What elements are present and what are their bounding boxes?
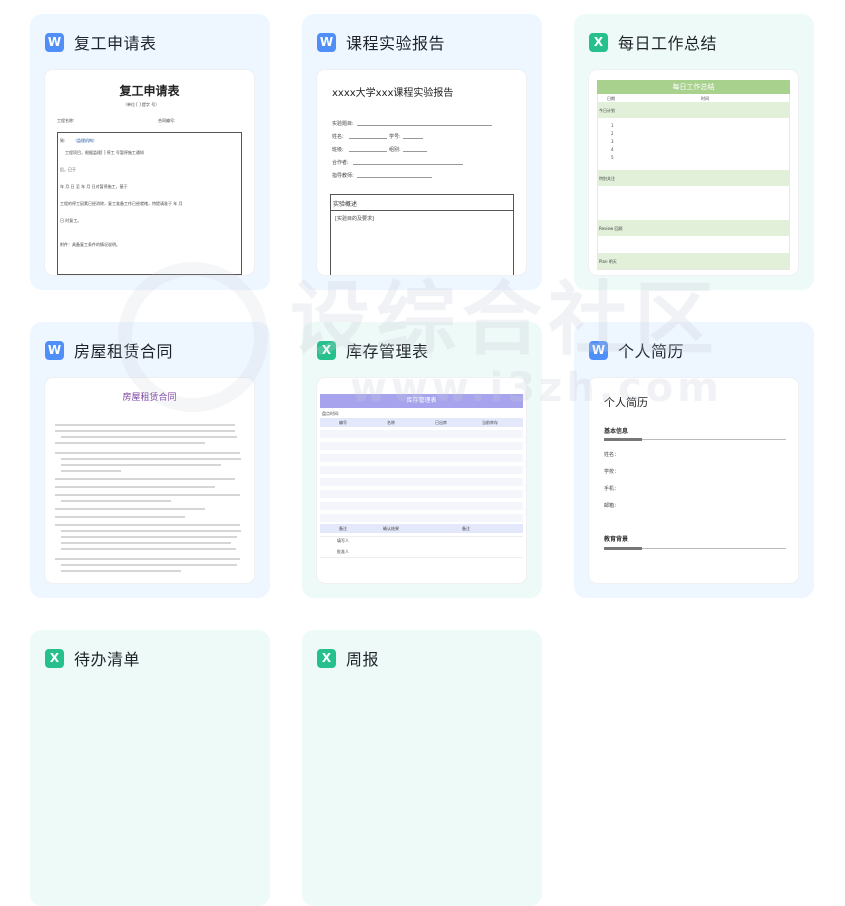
preview-focus: 特别关注 [599, 176, 615, 181]
template-preview: 库存管理表 盘点时间: 编号 名称 已出库 当前库存 备注 确认结果 备注 填写… [317, 378, 526, 583]
preview-field-2b: 学号: [389, 134, 401, 140]
preview-line-2: 后，已于 [60, 167, 76, 172]
preview-project: 工程名称: [57, 118, 75, 123]
excel-icon: X [317, 648, 336, 668]
preview-line-3: 年 月 日 至 年 月 日对暂停施工，基于 [60, 184, 128, 189]
preview-field-4: 合作者: [332, 160, 349, 166]
preview-line-4: 工程的停工因素已经消除，复工准备工作已经就绪，特提请准于 年 月 [60, 201, 183, 206]
card-title: 个人简历 [618, 342, 685, 361]
template-preview: 每日工作总结 日期 时间 今日计划 1 2 3 4 5 特别关注 Review … [589, 70, 798, 275]
preview-heading: 复工申请表 [119, 84, 180, 98]
template-card-daiban[interactable]: X 待办清单 [30, 630, 270, 906]
template-card-fangwu[interactable]: W 房屋租赁合同 房屋租赁合同 [30, 322, 270, 598]
preview-section-sub: [实验目的及要求] [335, 216, 374, 222]
preview-label: 盘点时间: [322, 411, 340, 416]
card-title: 复工申请表 [74, 34, 157, 53]
template-card-kucun[interactable]: X 库存管理表 库存管理表 盘点时间: 编号 名称 已出库 当前库存 备注 确认… [302, 322, 542, 598]
preview-review: Review 回顾 [599, 226, 623, 231]
excel-icon: X [45, 648, 64, 668]
preview-section-2: 教育背景 [604, 536, 629, 543]
preview-to: 致: [60, 138, 66, 143]
preview-contract: 合同编号: [158, 118, 176, 123]
preview-line-1: 工程项目，根据监理[ ] 停工 号暂停施工通知 [65, 150, 144, 155]
preview-section: 实验概述 [333, 201, 358, 208]
preview-heading: 个人简历 [604, 396, 648, 409]
template-preview: 个人简历 基本信息 姓名： 学校： 手机： 邮箱： 教育背景 [589, 378, 798, 583]
template-preview: 复工申请表 （单位 [ ] 提字 号） 工程名称: 合同编号: 致: （监理机构… [45, 70, 254, 275]
word-icon: W [317, 32, 336, 52]
preview-to-value: （监理机构） [73, 138, 97, 143]
card-title: 课程实验报告 [346, 34, 446, 53]
card-title: 房屋租赁合同 [74, 342, 174, 361]
card-title: 库存管理表 [346, 342, 429, 361]
preview-field-5: 指导教师: [332, 173, 354, 179]
template-preview: xxxx大学xxx课程实验报告 实验题目: 姓名: 学号: 班级: 组别: 合作… [317, 70, 526, 275]
preview-heading: 房屋租赁合同 [122, 393, 177, 403]
card-title: 每日工作总结 [618, 34, 718, 53]
card-title: 周报 [346, 650, 380, 669]
preview-attach: 附件：具备复工条件的情况说明。 [60, 242, 120, 247]
preview-header: 每日工作总结 [597, 80, 790, 94]
template-card-fugong[interactable]: W 复工申请表 复工申请表 （单位 [ ] 提字 号） 工程名称: 合同编号: … [30, 14, 270, 290]
excel-icon: X [589, 32, 608, 52]
preview-field-2: 姓名: [332, 134, 344, 140]
word-icon: W [45, 32, 64, 52]
preview-line-5: 日 时复工。 [60, 218, 82, 223]
card-title: 待办清单 [74, 650, 141, 669]
template-card-jianli[interactable]: W 个人简历 个人简历 基本信息 姓名： 学校： 手机： 邮箱： 教育背景 [574, 322, 814, 598]
word-icon: W [589, 340, 608, 360]
excel-icon: X [317, 340, 336, 360]
preview-field-1: 实验题目: [332, 121, 354, 127]
preview-plan2: Plan 明天 [599, 259, 617, 264]
preview-heading: xxxx大学xxx课程实验报告 [332, 88, 454, 99]
preview-field-3b: 组别: [389, 147, 401, 153]
preview-header: 库存管理表 [320, 394, 523, 408]
template-card-meiri[interactable]: X 每日工作总结 每日工作总结 日期 时间 今日计划 1 2 3 4 5 特别关… [574, 14, 814, 290]
preview-plan: 今日计划 [599, 108, 615, 113]
preview-section-1: 基本信息 [604, 428, 629, 435]
template-card-kecheng[interactable]: W 课程实验报告 xxxx大学xxx课程实验报告 实验题目: 姓名: 学号: 班… [302, 14, 542, 290]
preview-field-3: 班级: [332, 147, 344, 153]
template-preview: 房屋租赁合同 [45, 378, 254, 583]
word-icon: W [45, 340, 64, 360]
preview-section-box [330, 194, 514, 275]
template-card-zhoubao[interactable]: X 周报 [302, 630, 542, 906]
preview-sub: （单位 [ ] 提字 号） [123, 102, 160, 107]
